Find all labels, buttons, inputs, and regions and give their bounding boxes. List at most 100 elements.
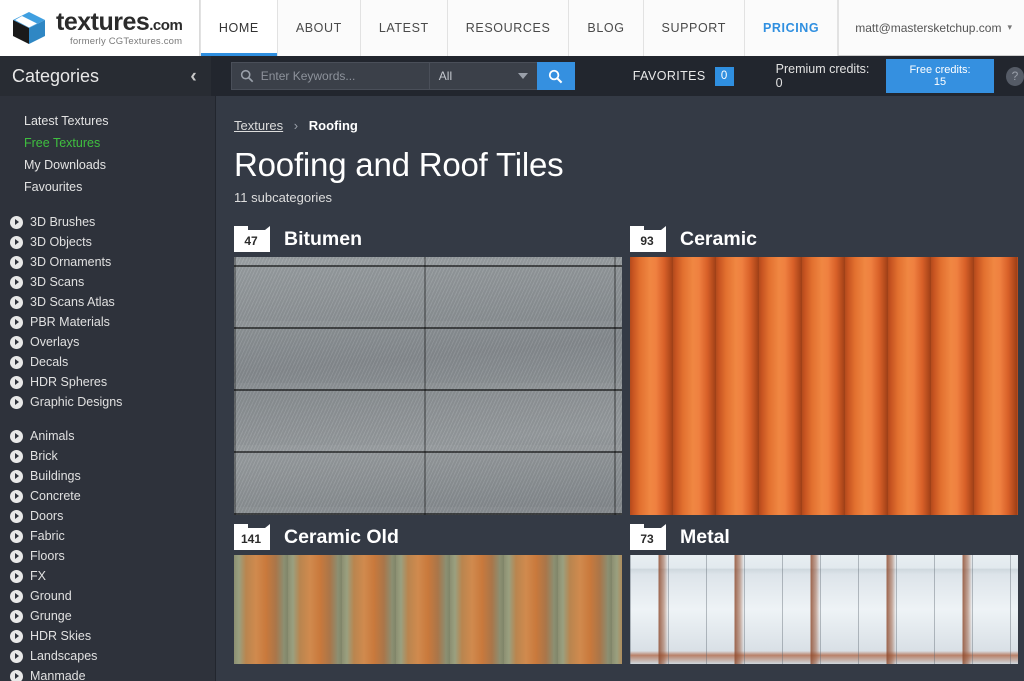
sidebar-item-fabric[interactable]: Fabric	[0, 526, 215, 546]
sidebar-item-label: Fabric	[30, 529, 65, 543]
site-logo[interactable]: textures.com formerly CGTextures.com	[0, 0, 200, 56]
search-icon	[548, 69, 563, 84]
sidebar-item-brick[interactable]: Brick	[0, 446, 215, 466]
card-title[interactable]: Bitumen	[284, 228, 362, 251]
arrow-circle-icon	[10, 670, 23, 681]
card-header: 47 Bitumen	[234, 223, 622, 257]
help-icon[interactable]: ?	[1006, 67, 1024, 86]
user-account-menu[interactable]: matt@mastersketchup.com ▾	[839, 0, 1024, 55]
sidebar-item-label: Concrete	[30, 489, 81, 503]
nav-item-home[interactable]: HOME	[200, 0, 278, 56]
subcategory-card-ceramic-old[interactable]: 141 Ceramic Old	[234, 521, 622, 664]
subcategory-card-metal[interactable]: 73 Metal	[630, 521, 1018, 664]
sidebar-item-overlays[interactable]: Overlays	[0, 332, 215, 352]
search-scope-select[interactable]: All	[429, 62, 537, 90]
nav-item-about[interactable]: ABOUT	[278, 0, 361, 56]
sidebar-item-3d-objects[interactable]: 3D Objects	[0, 232, 215, 252]
sidebar-item-label: Landscapes	[30, 649, 97, 663]
sidebar-link-my-downloads[interactable]: My Downloads	[0, 154, 215, 176]
categories-header: Categories ‹	[0, 56, 211, 96]
nav-item-pricing[interactable]: PRICING	[745, 0, 838, 56]
subcategory-card-bitumen[interactable]: 47 Bitumen	[234, 223, 622, 515]
sidebar-item-ground[interactable]: Ground	[0, 586, 215, 606]
subcategory-grid: 47 Bitumen 93 Ceramic 141 Ceramic Old	[234, 223, 1024, 664]
sidebar-item-label: 3D Brushes	[30, 215, 95, 229]
free-credits-button[interactable]: Free credits: 15	[886, 59, 994, 93]
logo-tld: .com	[149, 17, 182, 34]
nav-item-resources[interactable]: RESOURCES	[448, 0, 570, 56]
sidebar-item-landscapes[interactable]: Landscapes	[0, 646, 215, 666]
sidebar-item-label: Doors	[30, 509, 63, 523]
search-scope-label: All	[439, 69, 452, 83]
sidebar-item-3d-brushes[interactable]: 3D Brushes	[0, 212, 215, 232]
texture-preview	[234, 257, 622, 515]
sidebar-item-grunge[interactable]: Grunge	[0, 606, 215, 626]
sidebar-item-animals[interactable]: Animals	[0, 426, 215, 446]
sidebar-item-3d-scans-atlas[interactable]: 3D Scans Atlas	[0, 292, 215, 312]
nav-item-latest[interactable]: LATEST	[361, 0, 448, 56]
card-title[interactable]: Ceramic Old	[284, 526, 399, 549]
arrow-circle-icon	[10, 276, 23, 289]
arrow-circle-icon	[10, 396, 23, 409]
sidebar-item-decals[interactable]: Decals	[0, 352, 215, 372]
nav-item-blog[interactable]: BLOG	[569, 0, 643, 56]
category-sidebar[interactable]: Latest Textures Free Textures My Downloa…	[0, 96, 216, 681]
arrow-circle-icon	[10, 316, 23, 329]
sidebar-item-label: Ground	[30, 589, 72, 603]
folder-count-badge: 93	[630, 230, 666, 252]
folder-count-badge: 73	[630, 528, 666, 550]
search-field[interactable]	[231, 62, 429, 90]
sidebar-item-buildings[interactable]: Buildings	[0, 466, 215, 486]
arrow-circle-icon	[10, 236, 23, 249]
sidebar-item-hdr-spheres[interactable]: HDR Spheres	[0, 372, 215, 392]
card-thumbnail-bitumen[interactable]	[234, 257, 622, 515]
card-thumbnail-ceramic[interactable]	[630, 257, 1018, 515]
sidebar-item-label: Floors	[30, 549, 65, 563]
sidebar-item-label: 3D Ornaments	[30, 255, 111, 269]
card-header: 73 Metal	[630, 521, 1018, 555]
chevron-down-icon: ▾	[1007, 22, 1012, 33]
sidebar-group-3d: 3D Brushes 3D Objects 3D Ornaments 3D Sc…	[0, 212, 215, 412]
folder-count-badge: 47	[234, 230, 270, 252]
breadcrumb-link-textures[interactable]: Textures	[234, 118, 283, 133]
account-meta: FAVORITES 0 Premium credits: 0 Free cred…	[633, 59, 1024, 93]
premium-credits-label: Premium credits: 0	[776, 62, 874, 90]
sidebar-item-doors[interactable]: Doors	[0, 506, 215, 526]
sidebar-item-manmade[interactable]: Manmade	[0, 666, 215, 681]
sidebar-item-hdr-skies[interactable]: HDR Skies	[0, 626, 215, 646]
card-header: 141 Ceramic Old	[234, 521, 622, 555]
arrow-circle-icon	[10, 490, 23, 503]
utility-bar: Categories ‹ All FAVORITES 0 Premium cre…	[0, 56, 1024, 96]
sidebar-link-favourites[interactable]: Favourites	[0, 176, 215, 198]
chevron-left-icon[interactable]: ‹	[190, 67, 196, 86]
arrow-circle-icon	[10, 590, 23, 603]
sidebar-item-3d-ornaments[interactable]: 3D Ornaments	[0, 252, 215, 272]
sidebar-item-fx[interactable]: FX	[0, 566, 215, 586]
sidebar-item-3d-scans[interactable]: 3D Scans	[0, 272, 215, 292]
texture-preview	[234, 555, 622, 664]
subcategory-card-ceramic[interactable]: 93 Ceramic	[630, 223, 1018, 515]
chevron-down-icon	[518, 73, 528, 79]
favorites-label[interactable]: FAVORITES	[633, 69, 706, 83]
search-icon	[240, 69, 254, 83]
logo-tagline: formerly CGTextures.com	[56, 37, 182, 47]
arrow-circle-icon	[10, 296, 23, 309]
sidebar-item-floors[interactable]: Floors	[0, 546, 215, 566]
sidebar-item-graphic-designs[interactable]: Graphic Designs	[0, 392, 215, 412]
breadcrumb-current: Roofing	[309, 118, 358, 133]
arrow-circle-icon	[10, 430, 23, 443]
search-input[interactable]	[261, 69, 421, 83]
card-header: 93 Ceramic	[630, 223, 1018, 257]
card-thumbnail-metal[interactable]	[630, 555, 1018, 664]
sidebar-item-pbr-materials[interactable]: PBR Materials	[0, 312, 215, 332]
sidebar-link-free-textures[interactable]: Free Textures	[0, 132, 215, 154]
arrow-circle-icon	[10, 450, 23, 463]
sidebar-link-latest-textures[interactable]: Latest Textures	[0, 110, 215, 132]
card-title[interactable]: Metal	[680, 526, 730, 549]
card-title[interactable]: Ceramic	[680, 228, 757, 251]
nav-item-support[interactable]: SUPPORT	[644, 0, 745, 56]
search-submit-button[interactable]	[537, 62, 575, 90]
texture-preview	[630, 555, 1018, 664]
card-thumbnail-ceramic-old[interactable]	[234, 555, 622, 664]
sidebar-item-concrete[interactable]: Concrete	[0, 486, 215, 506]
